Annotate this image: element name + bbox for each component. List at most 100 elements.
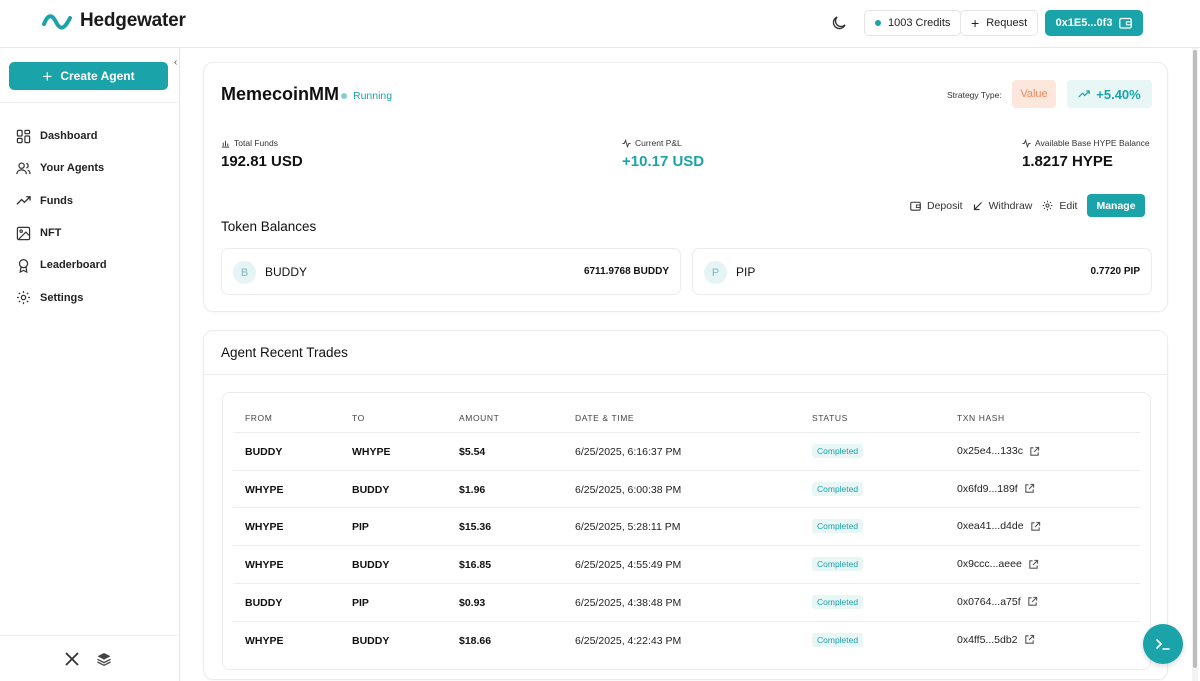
txn-hash-link[interactable]: 0x9ccc...aeee: [957, 558, 1039, 570]
credits-dot: [875, 20, 881, 26]
external-link-icon: [1025, 484, 1034, 493]
token-amount: 6711.9768 BUDDY: [583, 266, 669, 277]
column-header-status: STATUS: [812, 413, 848, 423]
trade-to: PIP: [352, 596, 369, 609]
external-link-icon: [1030, 521, 1040, 531]
trade-datetime: 6/25/2025, 6:16:37 PM: [575, 446, 682, 458]
recent-trades-title: Agent Recent Trades: [221, 345, 348, 360]
x-twitter-icon[interactable]: [64, 651, 80, 667]
trade-datetime: 6/25/2025, 4:55:49 PM: [575, 559, 682, 572]
wallet-button[interactable]: 0x1E5...0f3: [1045, 10, 1143, 36]
create-agent-button[interactable]: + Create Agent: [9, 62, 168, 90]
sidebar-item-label: Leaderboard: [40, 259, 107, 272]
status-badge: Completed: [812, 557, 864, 572]
txn-hash: 0x4ff5...5db2: [957, 633, 1018, 646]
txn-hash: 0x25e4...133c: [957, 445, 1023, 457]
divider: [0, 102, 180, 103]
trade-amount: $15.36: [459, 521, 492, 534]
trade-from: WHYPE: [245, 521, 284, 534]
sidebar-item-dashboard[interactable]: Dashboard: [16, 120, 107, 152]
status-badge: Completed: [812, 632, 864, 647]
external-link-icon: [1027, 597, 1037, 607]
withdraw-button[interactable]: Withdraw: [973, 200, 1032, 212]
sidebar: + Create Agent ‹ Dashboard Your Agents F…: [0, 48, 180, 681]
trade-from: BUDDY: [245, 596, 283, 609]
moon-icon[interactable]: [830, 14, 848, 32]
txn-hash-link[interactable]: 0x6fd9...189f: [957, 483, 1035, 495]
column-header-to: TO: [352, 413, 365, 423]
total-funds-value: 192.81 USD: [221, 153, 303, 170]
image-icon: [16, 226, 31, 240]
txn-hash-link[interactable]: 0x0764...a75f: [957, 596, 1038, 608]
column-header-txn-hash: TXN HASH: [957, 413, 1005, 423]
pnl-label: Current P&L: [622, 138, 682, 148]
users-icon: [16, 162, 31, 175]
token-avatar: P: [704, 261, 727, 284]
divider: [0, 635, 180, 636]
trade-from: WHYPE: [245, 559, 284, 572]
logo[interactable]: Hedgewater: [42, 10, 186, 32]
trade-datetime: 6/25/2025, 4:22:43 PM: [575, 634, 682, 647]
txn-hash-link[interactable]: 0xea41...d4de: [957, 520, 1041, 532]
activity-icon: [622, 138, 631, 148]
table-row: WHYPE PIP $15.36 6/25/2025, 5:28:11 PM C…: [233, 507, 1140, 545]
sidebar-item-leaderboard[interactable]: Leaderboard: [16, 249, 107, 281]
request-button[interactable]: + Request: [960, 10, 1039, 36]
collapse-sidebar-icon[interactable]: ‹: [174, 57, 186, 69]
trade-to: PIP: [352, 521, 369, 534]
plus-icon: +: [42, 66, 53, 86]
trade-amount: $18.66: [459, 634, 492, 647]
agent-actions: Deposit Withdraw Edit Manage: [910, 194, 1145, 217]
status-label: Running: [353, 90, 393, 102]
trade-from: BUDDY: [245, 446, 283, 458]
dashboard-icon: [16, 129, 31, 143]
external-link-icon: [1030, 446, 1040, 456]
scrollbar-thumb[interactable]: [1193, 50, 1197, 668]
gear-icon: [1043, 200, 1053, 211]
create-agent-label: Create Agent: [60, 69, 135, 83]
external-link-icon: [1024, 634, 1034, 644]
deposit-button[interactable]: Deposit: [910, 200, 963, 212]
request-label: Request: [986, 17, 1028, 29]
trade-from: WHYPE: [245, 483, 284, 496]
sidebar-item-your-agents[interactable]: Your Agents: [16, 152, 107, 184]
bar-chart-icon: [221, 140, 230, 148]
txn-hash-link[interactable]: 0x25e4...133c: [957, 445, 1040, 457]
performance-badge: +5.40%: [1067, 80, 1152, 108]
trade-to: WHYPE: [352, 446, 391, 458]
trend-up-icon: [1078, 90, 1091, 98]
trade-amount: $1.96: [459, 483, 486, 496]
activity-icon: [1022, 138, 1031, 148]
edit-button[interactable]: Edit: [1042, 200, 1077, 212]
txn-hash: 0x9ccc...aeee: [957, 558, 1022, 571]
sidebar-item-settings[interactable]: Settings: [16, 281, 107, 313]
trades-table: FROM TO AMOUNT DATE & TIME STATUS TXN HA…: [222, 392, 1151, 670]
token-avatar: B: [233, 261, 256, 284]
total-funds-label: Total Funds: [221, 138, 278, 148]
sidebar-item-funds[interactable]: Funds: [16, 185, 107, 217]
docs-layers-icon[interactable]: [96, 651, 112, 667]
performance-value: +5.40%: [1096, 86, 1141, 102]
base-balance-value: 1.8217 HYPE: [1022, 153, 1113, 170]
txn-hash: 0xea41...d4de: [957, 520, 1024, 533]
sidebar-item-nft[interactable]: NFT: [16, 217, 107, 249]
txn-hash-link[interactable]: 0x4ff5...5db2: [957, 634, 1035, 646]
trade-amount: $0.93: [459, 596, 486, 609]
plus-icon: +: [971, 15, 980, 31]
base-balance-label: Available Base HYPE Balance: [1022, 138, 1150, 148]
sidebar-item-label: Settings: [40, 291, 84, 304]
manage-button[interactable]: Manage: [1087, 194, 1145, 217]
trade-to: BUDDY: [352, 634, 390, 647]
strategy-type-label: Strategy Type:: [947, 90, 1002, 100]
status-badge: Completed: [812, 444, 864, 458]
table-row: WHYPE BUDDY $16.85 6/25/2025, 4:55:49 PM…: [233, 545, 1140, 583]
terminal-icon: [1156, 639, 1170, 650]
arrow-down-left-icon: [973, 201, 982, 210]
status-badge: Running: [341, 90, 392, 102]
pnl-value: +10.17 USD: [622, 153, 705, 170]
sidebar-item-label: NFT: [40, 227, 62, 240]
column-header-from: FROM: [245, 413, 273, 423]
terminal-button[interactable]: [1143, 624, 1183, 664]
credits-badge[interactable]: 1003 Credits: [864, 10, 962, 36]
trade-to: BUDDY: [352, 559, 390, 572]
